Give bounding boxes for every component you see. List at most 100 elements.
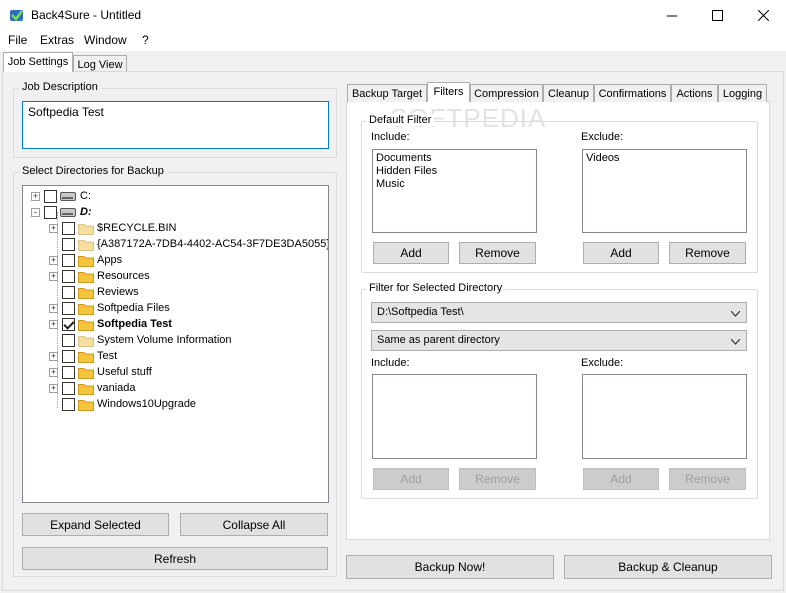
collapse-icon[interactable]: - bbox=[31, 207, 40, 217]
tab-compression[interactable]: Compression bbox=[470, 84, 543, 102]
tree-item-checkbox[interactable] bbox=[44, 205, 57, 219]
tree-item-label: Softpedia Files bbox=[97, 302, 170, 314]
default-include-remove-button[interactable]: Remove bbox=[459, 242, 536, 264]
default-exclude-list[interactable]: Videos bbox=[582, 149, 747, 233]
collapse-all-button[interactable]: Collapse All bbox=[180, 513, 328, 536]
directories-label: Select Directories for Backup bbox=[19, 165, 167, 177]
menu-window[interactable]: Window bbox=[84, 33, 127, 47]
tree-item-label: Test bbox=[97, 350, 118, 362]
default-exclude-remove-button[interactable]: Remove bbox=[669, 242, 746, 264]
folder-icon bbox=[78, 239, 94, 251]
drive-icon bbox=[60, 207, 76, 217]
tree-item[interactable]: + $RECYCLE.BIN bbox=[49, 220, 176, 236]
tree-item[interactable]: Reviews bbox=[49, 284, 139, 300]
list-item[interactable]: Documents bbox=[376, 152, 533, 165]
default-include-add-button[interactable]: Add bbox=[373, 242, 449, 264]
tab-filters[interactable]: Filters bbox=[427, 82, 470, 102]
tree-item-checkbox[interactable] bbox=[62, 365, 75, 379]
tree-item[interactable]: System Volume Information bbox=[49, 332, 232, 348]
folder-icon bbox=[78, 399, 94, 411]
selected-include-add-button[interactable]: Add bbox=[373, 468, 449, 490]
tree-item-checkbox[interactable] bbox=[62, 397, 75, 411]
expand-icon[interactable]: + bbox=[49, 255, 58, 265]
filter-mode-select[interactable]: Same as parent directory bbox=[371, 330, 747, 351]
expand-icon[interactable]: + bbox=[49, 383, 58, 393]
tree-item-checkbox[interactable] bbox=[62, 285, 75, 299]
tree-item[interactable]: + Softpedia Files bbox=[49, 300, 170, 316]
tree-item-label: C: bbox=[80, 190, 91, 202]
tree-item[interactable]: + vaniada bbox=[49, 380, 136, 396]
tree-item-checkbox[interactable] bbox=[62, 269, 75, 283]
tab-actions[interactable]: Actions bbox=[671, 84, 718, 102]
default-include-label: Include: bbox=[371, 131, 410, 143]
selected-include-remove-button[interactable]: Remove bbox=[459, 468, 536, 490]
tree-item[interactable]: + Resources bbox=[49, 268, 150, 284]
chevron-down-icon bbox=[730, 336, 741, 348]
tree-item-checkbox[interactable] bbox=[62, 301, 75, 315]
tree-item-label: {A387172A-7DB4-4402-AC54-3F7DE3DA5055} bbox=[97, 238, 329, 250]
tree-item[interactable]: + Apps bbox=[49, 252, 122, 268]
refresh-button[interactable]: Refresh bbox=[22, 547, 328, 570]
tree-item[interactable]: - D: bbox=[31, 204, 92, 220]
expand-selected-button[interactable]: Expand Selected bbox=[22, 513, 169, 536]
tree-item[interactable]: + Softpedia Test bbox=[49, 316, 172, 332]
selected-exclude-list[interactable] bbox=[582, 374, 747, 459]
expand-icon[interactable]: + bbox=[49, 351, 58, 361]
tree-item-label: Windows10Upgrade bbox=[97, 398, 197, 410]
close-button[interactable] bbox=[740, 0, 786, 31]
tree-item-label: Reviews bbox=[97, 286, 139, 298]
default-include-list[interactable]: Documents Hidden Files Music bbox=[372, 149, 537, 233]
folder-icon bbox=[78, 303, 94, 315]
tab-log-view[interactable]: Log View bbox=[73, 55, 127, 72]
folder-icon bbox=[78, 223, 94, 235]
backup-cleanup-button[interactable]: Backup & Cleanup bbox=[564, 555, 772, 579]
tree-item-checkbox[interactable] bbox=[62, 237, 75, 251]
selected-exclude-add-button[interactable]: Add bbox=[583, 468, 659, 490]
tree-item-checkbox[interactable] bbox=[62, 317, 75, 331]
tree-item-label: vaniada bbox=[97, 382, 136, 394]
expand-icon[interactable]: + bbox=[49, 271, 58, 281]
list-item[interactable]: Music bbox=[376, 178, 533, 191]
tree-item[interactable]: Windows10Upgrade bbox=[49, 396, 196, 412]
expand-icon[interactable]: + bbox=[49, 367, 58, 377]
tab-backup-target[interactable]: Backup Target bbox=[347, 84, 427, 102]
tab-job-settings[interactable]: Job Settings bbox=[3, 52, 73, 72]
tree-item[interactable]: + C: bbox=[31, 188, 91, 204]
selected-include-label: Include: bbox=[371, 357, 410, 369]
folder-icon bbox=[78, 319, 94, 331]
backup-now-button[interactable]: Backup Now! bbox=[346, 555, 554, 579]
job-description-input[interactable]: Softpedia Test bbox=[22, 101, 329, 149]
tree-item-checkbox[interactable] bbox=[62, 349, 75, 363]
minimize-button[interactable] bbox=[649, 0, 695, 31]
directory-select[interactable]: D:\Softpedia Test\ bbox=[371, 302, 747, 323]
job-description-label: Job Description bbox=[19, 81, 101, 93]
tree-item-checkbox[interactable] bbox=[62, 221, 75, 235]
selected-filter-label: Filter for Selected Directory bbox=[366, 282, 506, 294]
tab-confirmations[interactable]: Confirmations bbox=[594, 84, 671, 102]
expand-icon[interactable]: + bbox=[49, 223, 58, 233]
tab-cleanup[interactable]: Cleanup bbox=[543, 84, 594, 102]
tab-logging[interactable]: Logging bbox=[718, 84, 767, 102]
tree-item-checkbox[interactable] bbox=[62, 253, 75, 267]
selected-include-list[interactable] bbox=[372, 374, 537, 459]
list-item[interactable]: Hidden Files bbox=[376, 165, 533, 178]
tree-item-checkbox[interactable] bbox=[62, 333, 75, 347]
selected-exclude-remove-button[interactable]: Remove bbox=[669, 468, 746, 490]
tree-item-label: Useful stuff bbox=[97, 366, 152, 378]
menu-file[interactable]: File bbox=[8, 33, 27, 47]
list-item[interactable]: Videos bbox=[586, 152, 743, 165]
expand-icon[interactable]: + bbox=[31, 191, 40, 201]
tree-item[interactable]: {A387172A-7DB4-4402-AC54-3F7DE3DA5055} bbox=[49, 236, 329, 252]
tree-item[interactable]: + Test bbox=[49, 348, 117, 364]
tree-item-checkbox[interactable] bbox=[44, 189, 57, 203]
expand-icon[interactable]: + bbox=[49, 319, 58, 329]
menu-extras[interactable]: Extras bbox=[40, 33, 74, 47]
folder-icon bbox=[78, 383, 94, 395]
expand-icon[interactable]: + bbox=[49, 303, 58, 313]
menu-help[interactable]: ? bbox=[142, 33, 149, 47]
maximize-button[interactable] bbox=[694, 0, 740, 31]
directory-tree[interactable]: + C: - D: + $RECYCLE.BIN {A387172A-7DB4-4402-A… bbox=[22, 185, 329, 503]
tree-item[interactable]: + Useful stuff bbox=[49, 364, 152, 380]
default-exclude-add-button[interactable]: Add bbox=[583, 242, 659, 264]
tree-item-checkbox[interactable] bbox=[62, 381, 75, 395]
